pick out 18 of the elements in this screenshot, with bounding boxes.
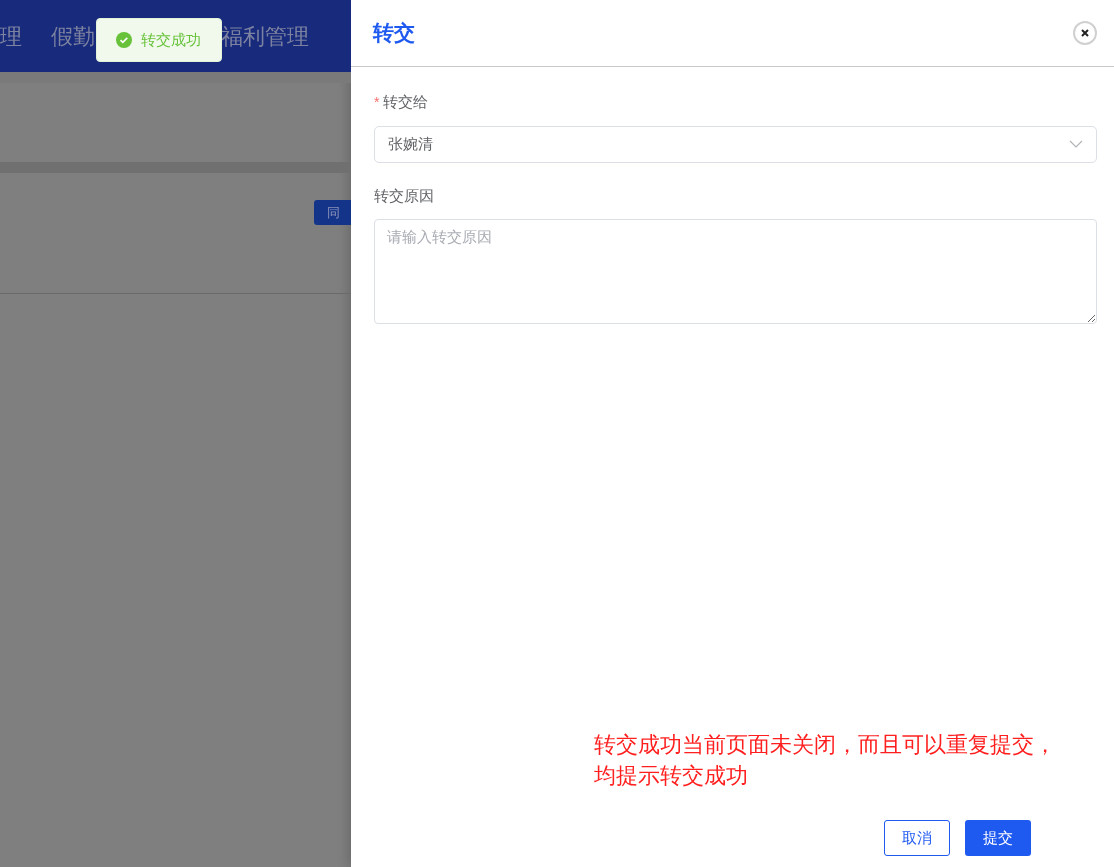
annotation-note: 均提示转交成功	[594, 762, 749, 790]
cancel-button[interactable]: 取消	[884, 820, 950, 856]
nav-item[interactable]: 福利管理	[221, 19, 309, 53]
chevron-down-icon	[1069, 140, 1083, 148]
close-button[interactable]	[1073, 21, 1097, 45]
field-label: 转交给	[383, 92, 429, 112]
toast-message: 转交成功	[141, 29, 201, 50]
nav-item[interactable]: 理	[0, 19, 51, 53]
field-label: 转交原因	[374, 185, 434, 206]
annotation-note: 转交成功当前页面未关闭，而且可以重复提交，	[594, 731, 1057, 759]
check-circle-icon	[116, 32, 132, 48]
close-icon	[1080, 28, 1090, 38]
reason-input-field[interactable]: 请输入转交原因	[374, 219, 1097, 324]
required-mark: *	[374, 92, 380, 112]
agree-button[interactable]: 同	[314, 200, 351, 225]
drawer-title: 转交	[373, 20, 415, 47]
submit-button[interactable]: 提交	[965, 820, 1031, 856]
select-field[interactable]: 张婉清	[374, 125, 1097, 163]
